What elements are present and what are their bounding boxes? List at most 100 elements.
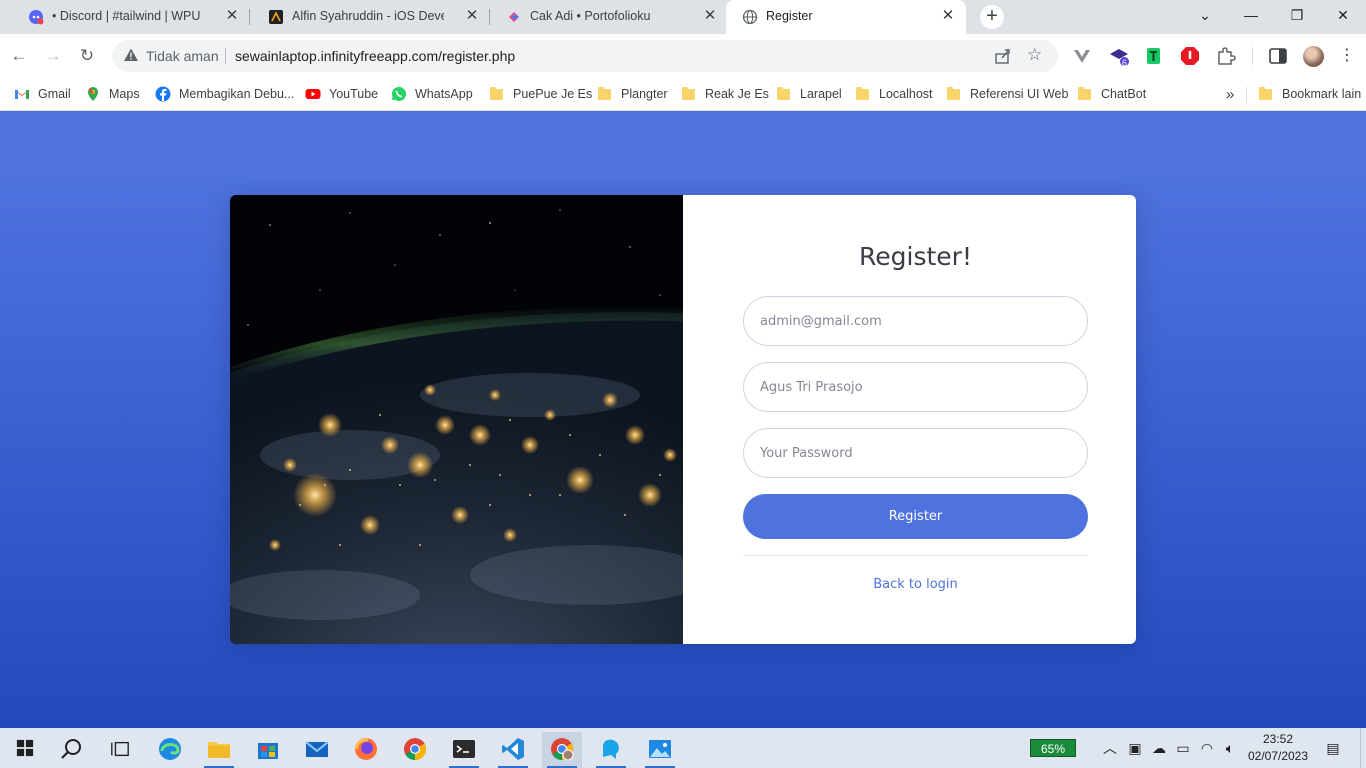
- bookmark-star-icon[interactable]: ☆: [1027, 45, 1042, 65]
- bookmark-folder-puepue[interactable]: PuePue Je Es: [488, 84, 592, 104]
- taskbar-vscode[interactable]: [493, 732, 533, 768]
- close-tab-icon[interactable]: ✕: [702, 8, 718, 24]
- maps-icon: [88, 87, 98, 101]
- bookmark-facebook[interactable]: Membagikan Debu...: [155, 84, 294, 104]
- taskbar-mail[interactable]: [297, 732, 337, 768]
- email-field[interactable]: [743, 296, 1088, 346]
- chrome-profile-icon: [551, 738, 574, 761]
- side-panel-icon[interactable]: [1268, 46, 1288, 66]
- minimize-button[interactable]: —: [1228, 0, 1274, 30]
- forward-arrow-icon[interactable]: →: [40, 43, 66, 69]
- folder-icon: [490, 86, 503, 100]
- tab-title: Cak Adi • Portofolioku: [530, 9, 651, 23]
- new-tab-button[interactable]: +: [980, 5, 1004, 29]
- bookmark-folder-larapel[interactable]: Larapel: [775, 84, 842, 104]
- bookmark-label: PuePue Je Es: [513, 87, 593, 101]
- bookmark-maps[interactable]: Maps: [85, 84, 140, 104]
- folder-icon: [1259, 86, 1272, 100]
- url-text[interactable]: sewainlaptop.infinityfreeapp.com/registe…: [235, 48, 515, 64]
- bookmark-youtube[interactable]: YouTube: [305, 84, 378, 104]
- start-button[interactable]: [4, 728, 44, 768]
- discord-icon: [29, 10, 44, 25]
- gmail-icon: [15, 90, 29, 99]
- battery-icon[interactable]: ▭: [1174, 739, 1192, 757]
- bookmark-folder-reak[interactable]: Reak Je Es: [680, 84, 769, 104]
- taskbar-terminal[interactable]: [444, 732, 484, 768]
- bookmark-label: Gmail: [38, 87, 71, 101]
- taskbar-photos[interactable]: [640, 732, 680, 768]
- bookmark-gmail[interactable]: Gmail: [14, 84, 71, 104]
- full-name-field[interactable]: [743, 362, 1088, 412]
- other-bookmarks-folder[interactable]: Bookmark lain: [1257, 84, 1361, 104]
- bookmark-folder-plangter[interactable]: Plangter: [596, 84, 668, 104]
- tabnine-extension-icon[interactable]: [1144, 46, 1164, 66]
- tab-strip: • Discord | #tailwind | WPU ✕ Alfin Syah…: [0, 0, 1366, 34]
- reload-icon[interactable]: ↻: [74, 43, 100, 69]
- bookmark-label: Maps: [109, 87, 140, 101]
- tab-portfolio[interactable]: Cak Adi • Portofolioku ✕: [478, 0, 728, 34]
- more-bookmarks-chevron[interactable]: »: [1226, 84, 1234, 104]
- back-arrow-icon[interactable]: ←: [6, 43, 32, 69]
- browser-toolbar: ← → ↻ Tidak aman sewainlaptop.infinityfr…: [0, 34, 1366, 78]
- taskbar-firefox[interactable]: [346, 732, 386, 768]
- register-button[interactable]: Register: [743, 494, 1088, 539]
- page-background: Register! Register Back to login: [0, 111, 1366, 728]
- back-to-login-link[interactable]: Back to login: [743, 577, 1088, 592]
- bookmark-label: Referensi UI Web: [970, 87, 1069, 101]
- taskbar-app-blue[interactable]: [591, 732, 631, 768]
- close-tab-icon[interactable]: ✕: [940, 8, 956, 24]
- address-bar[interactable]: Tidak aman sewainlaptop.infinityfreeapp.…: [112, 40, 1058, 72]
- clock[interactable]: 23:52 02/07/2023: [1244, 731, 1312, 765]
- windows-logo-icon: [16, 739, 34, 757]
- store-icon: [258, 743, 278, 759]
- search-icon: [61, 739, 81, 759]
- register-title: Register!: [859, 242, 972, 271]
- password-field[interactable]: [743, 428, 1088, 478]
- tab-register[interactable]: Register ✕: [726, 0, 966, 34]
- profile-avatar[interactable]: [1303, 46, 1324, 67]
- bookmark-whatsapp[interactable]: WhatsApp: [391, 84, 473, 104]
- close-window-button[interactable]: ✕: [1320, 0, 1366, 30]
- folder-icon: [598, 86, 611, 100]
- tab-search-icon[interactable]: ⌄: [1182, 0, 1228, 30]
- bookmark-folder-referensi[interactable]: Referensi UI Web: [945, 84, 1068, 104]
- bookmark-folder-chatbot[interactable]: ChatBot: [1076, 84, 1146, 104]
- search-button[interactable]: [52, 732, 92, 768]
- clock-time: 23:52: [1262, 732, 1294, 746]
- bookmark-label: Larapel: [800, 87, 842, 101]
- volume-icon[interactable]: 🔈︎: [1221, 739, 1239, 757]
- menu-kebab-icon[interactable]: ⋮: [1334, 43, 1360, 69]
- security-status[interactable]: Tidak aman: [146, 48, 219, 64]
- tab-discord[interactable]: • Discord | #tailwind | WPU ✕: [0, 0, 250, 34]
- share-icon[interactable]: [994, 47, 1012, 65]
- close-tab-icon[interactable]: ✕: [224, 8, 240, 24]
- task-view-button[interactable]: [100, 732, 140, 768]
- adblock-extension-icon[interactable]: [1180, 46, 1200, 66]
- folder-icon: [777, 86, 790, 100]
- toolbar-divider: [1252, 47, 1253, 65]
- extensions-puzzle-icon[interactable]: [1216, 46, 1236, 66]
- taskbar-edge[interactable]: [150, 732, 190, 768]
- extension-badge: 6: [1122, 58, 1128, 68]
- photos-icon: [649, 740, 671, 758]
- taskbar-chrome-profile[interactable]: [542, 732, 582, 768]
- battery-indicator[interactable]: 65%: [1030, 739, 1076, 757]
- show-hidden-icons-chevron[interactable]: ︿: [1101, 739, 1119, 757]
- mail-icon: [305, 741, 329, 757]
- vue-extension-icon[interactable]: [1072, 46, 1092, 66]
- notifications-icon[interactable]: ▤: [1324, 739, 1342, 757]
- tab-title: Register: [766, 9, 813, 23]
- cloud-icon[interactable]: ☁: [1150, 739, 1168, 757]
- bookmark-folder-localhost[interactable]: Localhost: [854, 84, 933, 104]
- taskbar-file-explorer[interactable]: [199, 732, 239, 768]
- tab-alfin[interactable]: Alfin Syahruddin - iOS Developer ✕: [240, 0, 490, 34]
- device-icon[interactable]: ▣: [1126, 739, 1144, 757]
- wifi-icon[interactable]: ◠: [1198, 739, 1216, 757]
- show-desktop-strip[interactable]: [1360, 728, 1366, 768]
- globe-icon: [742, 9, 758, 25]
- tab-title: Alfin Syahruddin - iOS Developer: [292, 9, 444, 23]
- restore-button[interactable]: ❐: [1274, 0, 1320, 30]
- taskbar-store[interactable]: [248, 732, 288, 768]
- taskbar-chrome[interactable]: [395, 732, 435, 768]
- chrome-icon: [404, 738, 426, 760]
